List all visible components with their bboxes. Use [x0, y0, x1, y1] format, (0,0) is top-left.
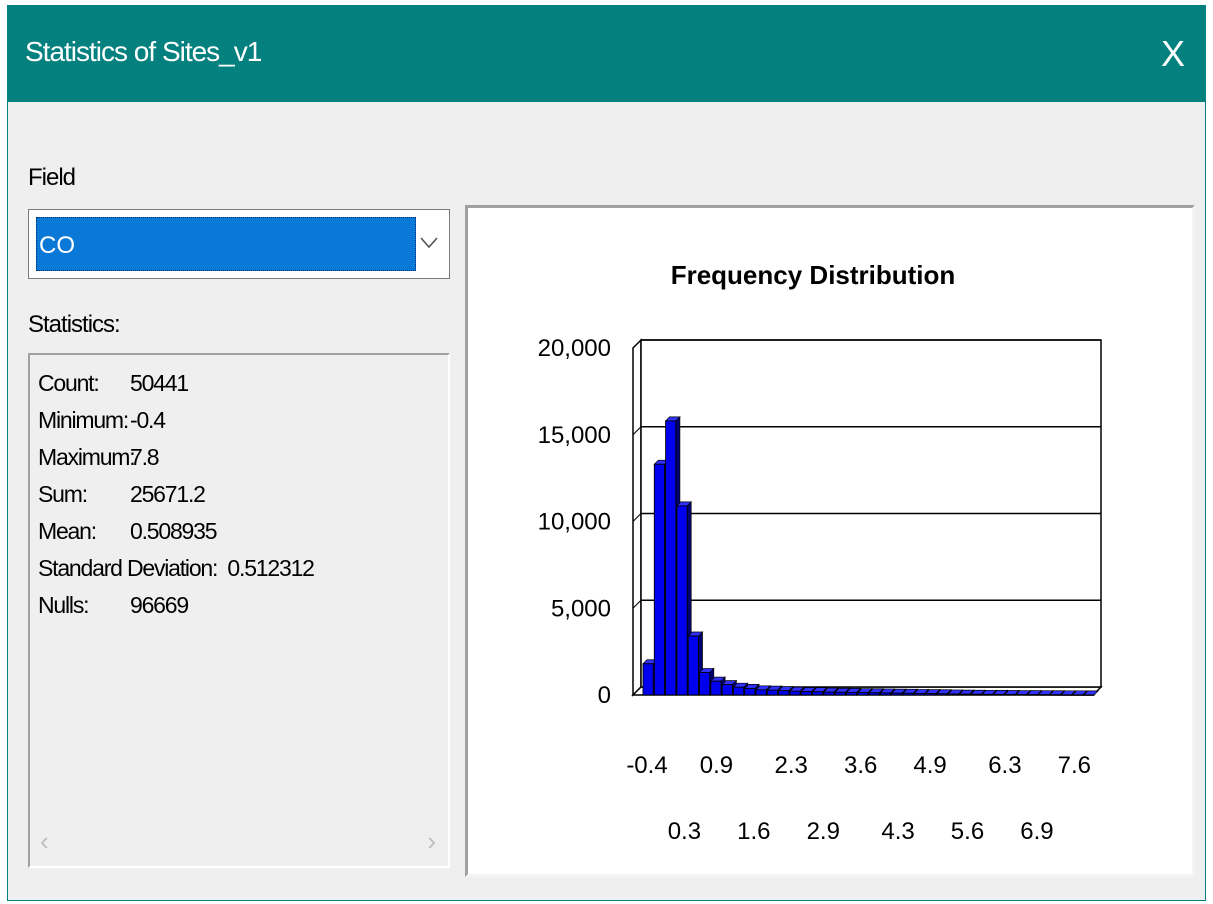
x-tick-label: 6.9 — [1020, 818, 1053, 845]
stat-name: Count: — [38, 370, 100, 396]
field-label: Field — [28, 164, 76, 191]
frequency-distribution-chart: Frequency Distribution 20,000 15,000 10,000… — [538, 260, 1103, 845]
y-tick-label: 20,000 — [538, 335, 611, 362]
x-tick-label: 4.3 — [881, 818, 914, 845]
title-bar: Statistics of Sites_v1 X — [8, 6, 1205, 102]
bar — [845, 691, 858, 696]
bar — [665, 420, 677, 696]
x-tick-label: 0.3 — [668, 818, 701, 845]
scroll-left-icon[interactable]: ‹ — [40, 826, 49, 857]
bar — [1026, 694, 1038, 696]
bar — [1015, 694, 1027, 696]
x-tick-label: 1.6 — [737, 818, 770, 845]
statistics-label: Statistics: — [28, 311, 121, 338]
bar — [766, 689, 779, 696]
chart-title: Frequency Distribution — [671, 260, 956, 290]
stat-row-maximum: Maximum: 7.8 — [38, 444, 160, 471]
bar — [744, 687, 756, 696]
stat-value: 50441 — [130, 370, 189, 396]
bar — [1083, 694, 1095, 696]
stat-name: Minimum: — [38, 407, 129, 433]
stat-value: 25671.2 — [130, 481, 206, 507]
bar — [710, 680, 722, 696]
bar — [891, 692, 903, 696]
bar — [1071, 694, 1084, 696]
bar — [721, 684, 733, 696]
x-tick-label: 2.9 — [807, 818, 840, 845]
bar — [868, 692, 880, 696]
x-tick-label: 5.6 — [951, 818, 984, 845]
x-tick-label: 3.6 — [844, 752, 877, 779]
field-selected-value: CO — [36, 217, 416, 271]
stat-row-minimum: Minimum: -0.4 — [38, 407, 166, 434]
y-tick-label: 5,000 — [551, 595, 611, 622]
x-tick-label: 6.3 — [988, 752, 1021, 779]
stat-value: 0.512312 — [227, 555, 315, 581]
bar — [1004, 694, 1016, 696]
bar — [879, 692, 892, 696]
stat-row-sum: Sum: 25671.2 — [38, 481, 206, 508]
y-tick-label: 10,000 — [538, 509, 611, 536]
bar — [925, 693, 937, 696]
bar — [732, 686, 745, 696]
bar — [947, 693, 959, 696]
bar — [687, 635, 699, 696]
bar — [902, 692, 914, 696]
bar — [857, 692, 869, 696]
x-tick-label: -0.4 — [626, 752, 667, 779]
statistics-list: Count: 50441 Minimum: -0.4 Maximum: 7.8 … — [28, 353, 450, 868]
horizontal-scrollbar[interactable]: ‹ › — [30, 818, 448, 866]
stat-name: Nulls: — [38, 592, 90, 618]
bar — [981, 693, 993, 696]
bar — [778, 690, 790, 696]
bar — [1049, 694, 1061, 696]
stat-value: 0.508935 — [130, 518, 218, 544]
y-tick-label: 15,000 — [538, 422, 611, 449]
bar — [755, 689, 767, 696]
stat-value: 7.8 — [130, 444, 160, 470]
bar — [676, 505, 688, 696]
bar — [823, 691, 835, 696]
bar — [1038, 694, 1050, 696]
stat-value: 96669 — [130, 592, 189, 618]
stat-row-nulls: Nulls: 96669 — [38, 592, 189, 619]
bar — [653, 463, 666, 696]
stat-row-mean: Mean: 0.508935 — [38, 518, 218, 545]
bar — [970, 693, 982, 696]
stat-row-count: Count: 50441 — [38, 370, 189, 397]
stat-name: Standard Deviation: — [38, 555, 218, 581]
window-title: Statistics of Sites_v1 — [25, 36, 262, 67]
stat-name: Maximum: — [38, 444, 136, 470]
stat-row-std-dev: Standard Deviation: 0.512312 — [38, 555, 315, 582]
y-tick-label: 0 — [598, 682, 611, 709]
bar — [642, 663, 654, 696]
stat-value: -0.4 — [130, 407, 166, 433]
bar — [800, 691, 812, 696]
bar — [1060, 694, 1072, 696]
close-icon: X — [1160, 33, 1185, 74]
x-tick-label: 7.6 — [1058, 752, 1091, 779]
x-tick-label: 2.3 — [775, 752, 808, 779]
bar — [699, 671, 711, 696]
x-tick-label: 0.9 — [700, 752, 733, 779]
chevron-down-icon — [420, 237, 438, 249]
stat-name: Sum: — [38, 481, 88, 507]
bar — [913, 692, 925, 696]
frequency-chart-panel: Frequency Distribution 20,000 15,000 10,000… — [465, 205, 1195, 877]
field-dropdown[interactable]: CO — [28, 209, 450, 279]
bar — [834, 691, 846, 696]
bar — [812, 691, 824, 696]
bar — [936, 693, 948, 696]
close-button[interactable]: X — [1141, 6, 1205, 102]
bar — [958, 693, 971, 696]
statistics-window: Statistics of Sites_v1 X Field CO Statis… — [7, 5, 1206, 901]
x-tick-label: 4.9 — [913, 752, 946, 779]
bar — [789, 690, 801, 696]
stat-name: Mean: — [38, 518, 97, 544]
scroll-right-icon[interactable]: › — [427, 826, 436, 857]
bar — [992, 693, 1005, 696]
